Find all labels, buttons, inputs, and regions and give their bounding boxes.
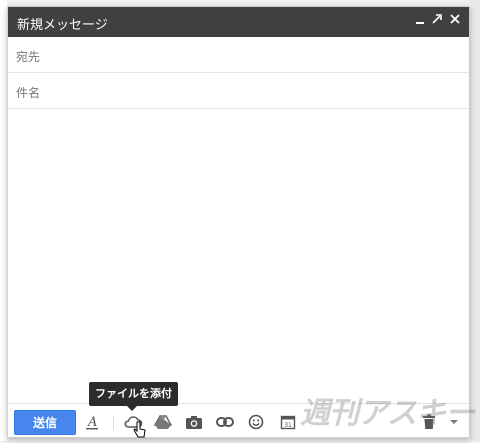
calendar-icon-text: 31 [284, 422, 292, 429]
subject-label: 件名 [16, 86, 41, 100]
drive-icon[interactable] [153, 412, 173, 432]
to-field[interactable]: 宛先 [8, 37, 469, 73]
photo-icon[interactable] [184, 412, 204, 432]
background-right-edge [470, 0, 480, 441]
expand-icon[interactable] [429, 13, 445, 29]
compose-titlebar[interactable]: 新規メッセージ [8, 7, 469, 37]
toolbar-separator [113, 416, 114, 430]
tooltip-arrow [127, 406, 137, 411]
calendar-icon[interactable]: 31 [278, 412, 298, 432]
attach-tooltip: ファイルを添付 [89, 382, 178, 406]
svg-text:A: A [87, 415, 97, 430]
compose-window: 新規メッセージ 宛先 件名 送信 A 31 [7, 6, 470, 438]
minimize-icon[interactable] [412, 13, 428, 29]
send-button[interactable]: 送信 [14, 410, 76, 435]
message-body[interactable] [8, 109, 469, 399]
to-input[interactable] [48, 43, 462, 67]
formatting-icon[interactable]: A [82, 412, 102, 432]
subject-input[interactable] [48, 79, 462, 103]
background-mail-list-edge [0, 0, 7, 441]
to-label: 宛先 [16, 50, 41, 64]
hand-cursor-icon [133, 421, 147, 443]
subject-field[interactable]: 件名 [8, 73, 469, 109]
close-icon[interactable] [447, 13, 463, 29]
watermark: 週刊アスキー [300, 396, 475, 431]
compose-title: 新規メッセージ [17, 18, 108, 33]
link-icon[interactable] [215, 412, 235, 432]
emoji-icon[interactable] [246, 412, 266, 432]
